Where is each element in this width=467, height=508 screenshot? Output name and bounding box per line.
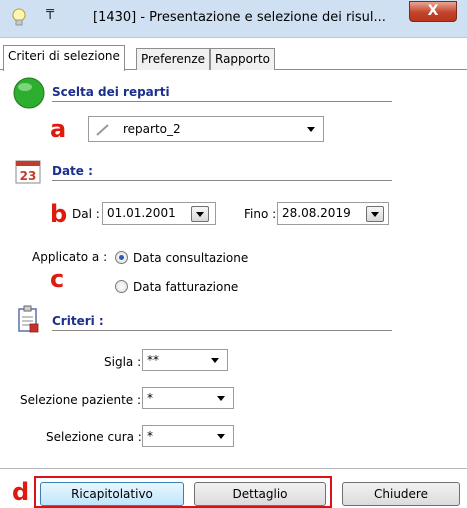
- sigla-label: Sigla :: [104, 355, 142, 369]
- cura-label: Selezione cura :: [46, 430, 142, 444]
- chevron-down-icon: [217, 434, 225, 439]
- reparto-select[interactable]: reparto_2: [88, 116, 324, 142]
- section-title-criteri: Criteri :: [52, 314, 104, 328]
- annotation-a: a: [50, 115, 67, 143]
- paziente-select[interactable]: *: [142, 387, 234, 409]
- chevron-down-icon: [307, 127, 315, 132]
- close-button[interactable]: X: [409, 1, 457, 22]
- green-ball-icon: [13, 77, 45, 109]
- paziente-label: Selezione paziente :: [20, 393, 142, 407]
- title-bar: ₸ [1430] - Presentazione e selezione dei…: [0, 0, 467, 38]
- calendar-icon: 23: [15, 160, 41, 184]
- window-title: [1430] - Presentazione e selezione dei r…: [93, 10, 386, 25]
- footer-divider: [0, 468, 467, 469]
- applicato-label: Applicato a :: [32, 250, 108, 264]
- cura-select[interactable]: *: [142, 425, 234, 447]
- tab-bar: Criteri di selezione Preferenze Rapporto: [0, 44, 467, 71]
- radio-data-consultazione[interactable]: [115, 251, 128, 264]
- cura-select-value: *: [147, 429, 153, 443]
- section-divider: [52, 330, 392, 331]
- section-divider: [52, 180, 392, 181]
- chevron-down-icon: [217, 396, 225, 401]
- sigla-select-value: **: [147, 353, 159, 367]
- calendar-icon-number: 23: [20, 169, 37, 183]
- annotation-b: b: [50, 200, 68, 228]
- chevron-down-icon: [211, 358, 219, 363]
- fino-label: Fino :: [244, 207, 277, 221]
- lightbulb-icon: [12, 8, 26, 26]
- section-divider: [52, 101, 392, 102]
- dal-date-value: 01.01.2001: [107, 206, 176, 220]
- fino-date-field[interactable]: 28.08.2019: [277, 202, 389, 225]
- radio-label-data-fatturazione[interactable]: Data fatturazione: [133, 280, 238, 294]
- pencil-icon: [96, 124, 109, 136]
- radio-label-data-consultazione[interactable]: Data consultazione: [133, 251, 248, 265]
- dal-date-field[interactable]: 01.01.2001: [102, 202, 216, 225]
- chiudere-button[interactable]: Chiudere: [342, 482, 460, 506]
- dettaglio-button[interactable]: Dettaglio: [194, 482, 326, 506]
- dal-date-picker-button[interactable]: [191, 206, 209, 222]
- annotation-c: c: [50, 265, 65, 293]
- fino-date-value: 28.08.2019: [282, 206, 351, 220]
- tab-criteri-di-selezione[interactable]: Criteri di selezione: [3, 45, 125, 71]
- pin-icon[interactable]: ₸: [46, 8, 54, 23]
- sigla-select[interactable]: **: [142, 349, 228, 371]
- section-title-reparti: Scelta dei reparti: [52, 85, 170, 99]
- dal-label: Dal :: [72, 207, 100, 221]
- ricapitolativo-button[interactable]: Ricapitolativo: [40, 482, 184, 506]
- fino-date-picker-button[interactable]: [366, 206, 384, 222]
- annotation-d: d: [12, 478, 30, 506]
- tab-rapporto[interactable]: Rapporto: [210, 48, 275, 70]
- paziente-select-value: *: [147, 391, 153, 405]
- radio-data-fatturazione[interactable]: [115, 280, 128, 293]
- clipboard-icon: [18, 305, 39, 333]
- tab-preferenze[interactable]: Preferenze: [136, 48, 211, 70]
- reparto-select-value: reparto_2: [123, 122, 181, 136]
- section-title-date: Date :: [52, 164, 93, 178]
